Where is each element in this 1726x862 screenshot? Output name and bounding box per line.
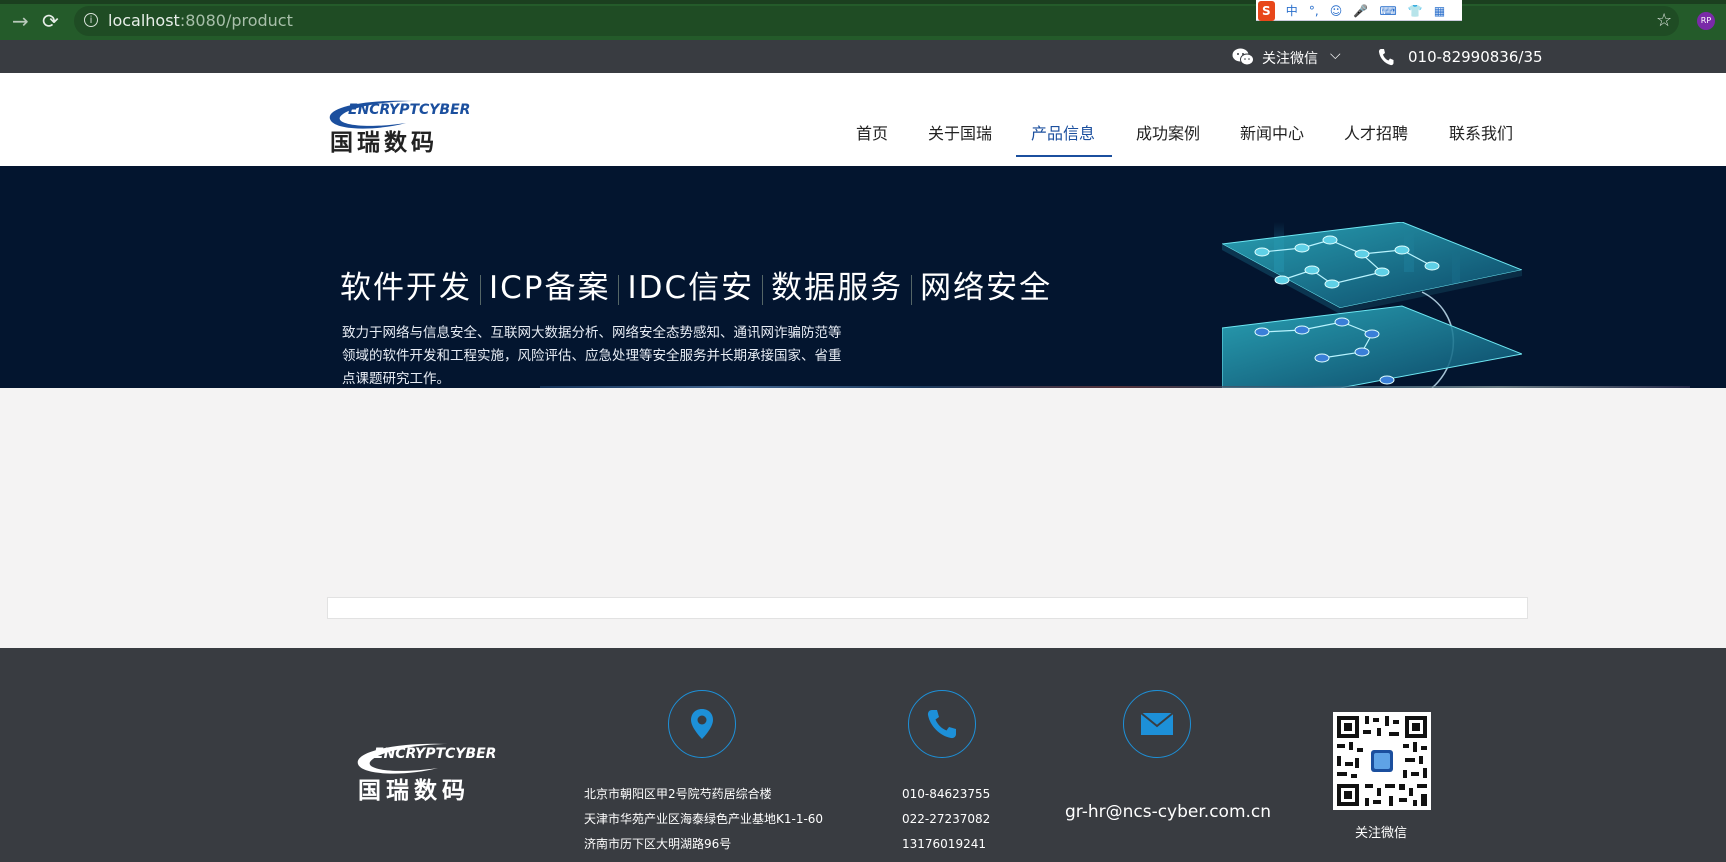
location-pin-icon bbox=[691, 709, 713, 739]
headline-separator bbox=[480, 274, 481, 305]
headline-item: 网络安全 bbox=[920, 270, 1053, 306]
chevron-down-icon[interactable]: ⌵ bbox=[1330, 47, 1341, 63]
nav-contact[interactable]: 联系我们 bbox=[1449, 120, 1513, 144]
headline-separator bbox=[618, 274, 620, 305]
phone-icon bbox=[1378, 49, 1394, 66]
ime-punctuation[interactable]: °, bbox=[1309, 1, 1319, 21]
headline-separator bbox=[911, 274, 913, 305]
headline-separator bbox=[762, 274, 764, 305]
ime-logo[interactable]: S bbox=[1258, 1, 1275, 21]
headline-item: ICP备案 bbox=[489, 270, 611, 306]
browser-toolbar: → ⟳ i localhost:8080/product ☆ S 中 °, ☺ … bbox=[0, 0, 1726, 40]
footer-logo[interactable]: ENCRYPTCYBER 国瑞数码 bbox=[354, 736, 506, 804]
nav-home[interactable]: 首页 bbox=[856, 120, 888, 144]
address-line: 天津市华苑产业区海泰绿色产业基地K1-1-60 bbox=[584, 812, 824, 826]
footer-phones: 010-84623755 022-27237082 13176019241 bbox=[902, 782, 990, 857]
hero-headline: 软件开发 ICP备案 IDC信安 数据服务 网络安全 bbox=[340, 262, 1052, 307]
logo-text-cn: 国瑞数码 bbox=[330, 130, 438, 155]
nav-cases[interactable]: 成功案例 bbox=[1136, 120, 1200, 144]
follow-wechat-link[interactable]: 关注微信 bbox=[1262, 48, 1318, 68]
url-path: :8080/product bbox=[179, 11, 293, 30]
headline-item: 软件开发 bbox=[340, 270, 472, 306]
url-host: localhost bbox=[108, 11, 180, 30]
footer-logo-text-cn: 国瑞数码 bbox=[358, 778, 470, 804]
address-line: 北京市朝阳区甲2号院芍药居综合楼 bbox=[584, 787, 772, 801]
envelope-icon bbox=[1140, 712, 1174, 735]
site-info-icon[interactable]: i bbox=[84, 13, 98, 27]
footer-email[interactable]: gr-hr@ncs-cyber.com.cn bbox=[1065, 802, 1271, 822]
ime-emoji-icon[interactable]: ☺ bbox=[1330, 1, 1343, 21]
headline-item: IDC信安 bbox=[627, 270, 755, 306]
hero-description: 致力于网络与信息安全、互联网大数据分析、网络安全态势感知、通讯网诈骗防范等领域的… bbox=[342, 325, 842, 387]
site-logo[interactable]: ENCRYPTCYBER 国瑞数码 bbox=[326, 93, 474, 155]
phone-line: 022-27237082 bbox=[902, 812, 991, 826]
wechat-qr-code bbox=[1333, 712, 1431, 810]
nav-careers[interactable]: 人才招聘 bbox=[1344, 120, 1408, 144]
active-nav-underline bbox=[1016, 155, 1112, 157]
product-list-card bbox=[327, 597, 1528, 619]
phone-line: 13176019241 bbox=[902, 837, 986, 851]
extension-icon[interactable]: RP bbox=[1697, 12, 1715, 30]
site-footer bbox=[0, 648, 1726, 862]
phone-line: 010-84623755 bbox=[902, 787, 991, 801]
phone-circle bbox=[908, 690, 976, 758]
qr-caption: 关注微信 bbox=[1355, 826, 1408, 841]
ime-skin-icon[interactable]: 👕 bbox=[1408, 1, 1423, 21]
telephone-icon bbox=[927, 710, 956, 739]
nav-products[interactable]: 产品信息 bbox=[1031, 120, 1095, 144]
ime-keyboard-icon[interactable]: ⌨ bbox=[1379, 1, 1396, 21]
address-line: 济南市历下区大明湖路96号 bbox=[584, 837, 732, 851]
wechat-icon[interactable] bbox=[1232, 48, 1254, 66]
browser-tab-strip bbox=[0, 0, 1726, 4]
ime-menu-icon[interactable]: ▦ bbox=[1434, 1, 1445, 21]
headline-item: 数据服务 bbox=[771, 270, 904, 306]
footer-addresses: 北京市朝阳区甲2号院芍药居综合楼 天津市华苑产业区海泰绿色产业基地K1-1-60… bbox=[584, 782, 823, 857]
location-circle bbox=[668, 690, 736, 758]
reload-icon[interactable]: ⟳ bbox=[42, 10, 64, 32]
nav-news[interactable]: 新闻中心 bbox=[1240, 120, 1304, 144]
ime-toolbar[interactable]: S 中 °, ☺ 🎤 ⌨ 👕 ▦ bbox=[1256, 0, 1462, 21]
ime-mode[interactable]: 中 bbox=[1286, 1, 1298, 21]
logo-text-en: ENCRYPTCYBER bbox=[348, 102, 470, 118]
network-layers-illustration bbox=[1222, 222, 1522, 388]
bookmark-star-icon[interactable]: ☆ bbox=[1656, 10, 1672, 31]
email-circle bbox=[1123, 690, 1191, 758]
forward-arrow-icon[interactable]: → bbox=[12, 10, 34, 32]
url-text[interactable]: localhost:8080/product bbox=[108, 11, 293, 30]
top-phone-number: 010-82990836/35 bbox=[1408, 48, 1543, 66]
footer-logo-text-en: ENCRYPTCYBER bbox=[374, 746, 496, 762]
nav-about[interactable]: 关于国瑞 bbox=[928, 120, 992, 144]
ime-voice-icon[interactable]: 🎤 bbox=[1353, 1, 1368, 21]
